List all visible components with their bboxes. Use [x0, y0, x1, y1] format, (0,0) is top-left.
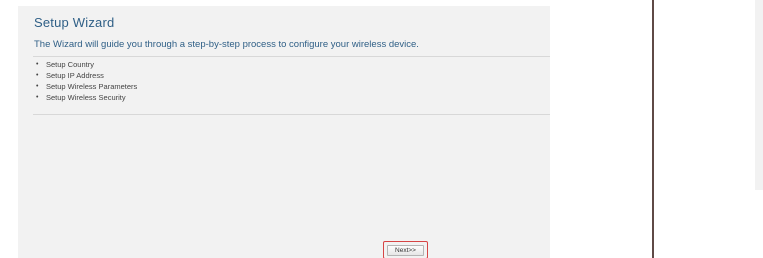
step-item-setup-wireless-parameters: • Setup Wireless Parameters [34, 81, 137, 92]
step-label: Setup IP Address [46, 71, 104, 80]
step-label: Setup Wireless Parameters [46, 82, 138, 91]
wizard-title: Setup Wizard [34, 15, 115, 30]
bullet-icon: • [36, 61, 39, 68]
step-label: Setup Wireless Security [46, 93, 126, 102]
next-button-highlight: Next>> [383, 241, 428, 258]
step-item-setup-ip-address: • Setup IP Address [34, 70, 137, 81]
bullet-icon: • [36, 83, 39, 90]
bullet-icon: • [36, 94, 39, 101]
wizard-steps-list: • Setup Country • Setup IP Address • Set… [34, 59, 137, 103]
step-item-setup-wireless-security: • Setup Wireless Security [34, 92, 137, 103]
frame-divider [652, 0, 654, 258]
right-panel [755, 0, 763, 190]
step-item-setup-country: • Setup Country [34, 59, 137, 70]
bullet-icon: • [36, 72, 39, 79]
wizard-description: The Wizard will guide you through a step… [34, 39, 419, 50]
setup-wizard-panel: Setup Wizard The Wizard will guide you t… [18, 6, 550, 258]
page: Setup Wizard The Wizard will guide you t… [0, 0, 763, 258]
top-divider [33, 56, 550, 57]
bottom-divider [33, 114, 550, 115]
next-button[interactable]: Next>> [387, 244, 424, 256]
step-label: Setup Country [46, 60, 94, 69]
